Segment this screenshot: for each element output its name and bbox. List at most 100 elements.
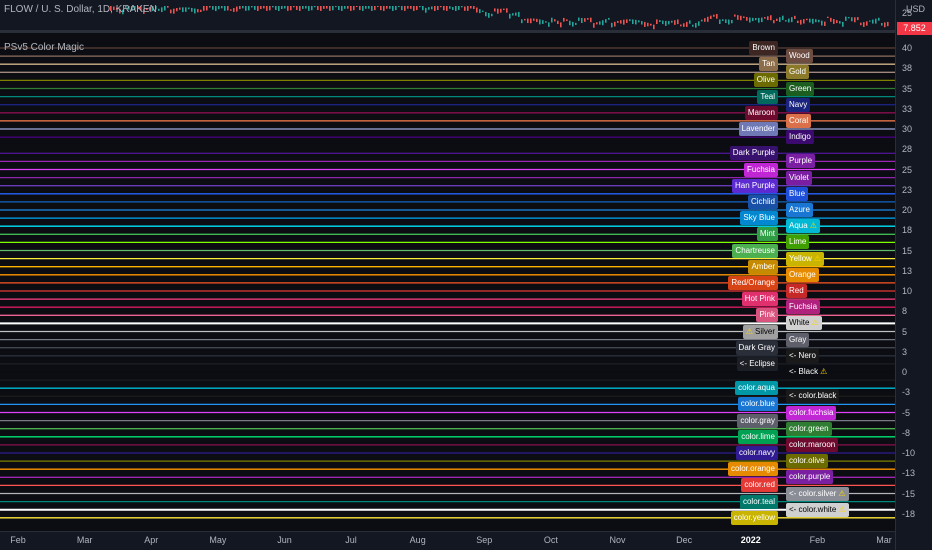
- color-label-text: Maroon: [747, 107, 775, 117]
- color-label-text: Blue: [789, 188, 806, 198]
- price-candle: [851, 17, 853, 22]
- color-label-left: ⚠ Silver: [742, 324, 778, 339]
- price-candle: [725, 19, 727, 23]
- price-candle: [338, 6, 340, 11]
- color-label-right: color.olive: [786, 454, 828, 469]
- price-candle: [599, 21, 601, 25]
- price-candle: [161, 7, 163, 13]
- price-candle: [836, 20, 838, 24]
- color-label-left: color.red: [741, 478, 778, 493]
- price-candle: [536, 18, 538, 23]
- price-candle: [842, 21, 844, 27]
- price-candle: [494, 8, 496, 12]
- axis-tick-label: -5: [902, 407, 911, 418]
- price-candle: [860, 22, 862, 26]
- price-candle: [644, 21, 646, 27]
- price-candle: [779, 17, 781, 22]
- price-candle: [449, 6, 451, 9]
- time-tick-label: Sep: [476, 535, 493, 545]
- symbol-title[interactable]: FLOW / U. S. Dollar, 1D, KRAKEN: [4, 4, 157, 15]
- price-candle: [281, 6, 283, 9]
- color-label-text: Dark Purple: [732, 148, 775, 158]
- color-label-right: color.purple: [786, 470, 834, 485]
- price-candle: [347, 6, 349, 9]
- color-label-right: Lime: [786, 235, 810, 250]
- price-candle: [218, 6, 220, 10]
- price-candle: [500, 8, 502, 13]
- color-label-right: color.maroon: [786, 437, 839, 452]
- color-label-text: Gray: [789, 334, 807, 344]
- price-candle: [251, 6, 253, 8]
- price-candle: [461, 6, 463, 8]
- price-candle: [329, 6, 331, 11]
- warning-icon: ⚠: [820, 367, 828, 376]
- price-candle: [578, 17, 580, 21]
- price-candle: [371, 6, 373, 11]
- price-candle: [608, 17, 610, 20]
- axis-tick-label: 28: [902, 144, 913, 155]
- indicator-title[interactable]: PSv5 Color Magic: [4, 42, 84, 53]
- color-label-text: Indigo: [789, 132, 811, 142]
- price-candle: [287, 6, 289, 11]
- axis-tick-label: 8: [902, 306, 908, 317]
- price-candle: [236, 6, 238, 12]
- price-candle: [227, 6, 229, 11]
- axis-tick-label: 38: [902, 63, 913, 74]
- color-label-right: Green: [786, 81, 815, 96]
- price-candle: [479, 9, 481, 14]
- color-label-text: <- color.black: [789, 391, 837, 401]
- color-label-right: Red: [786, 284, 807, 298]
- price-candle: [344, 6, 346, 9]
- color-label-left: Lavender: [738, 122, 778, 136]
- price-candle: [704, 18, 706, 22]
- color-label-left: color.yellow: [730, 510, 778, 525]
- color-label-left: Dark Gray: [735, 340, 778, 355]
- price-candle: [458, 6, 460, 10]
- color-label-left: Amber: [748, 259, 778, 274]
- axis-tick-label: 5: [902, 326, 908, 337]
- price-candle: [809, 18, 811, 23]
- price-candle: [881, 23, 883, 26]
- price-candle: [164, 6, 166, 11]
- axis-tick-label: 3: [902, 346, 908, 357]
- axis-tick-label: 33: [902, 103, 913, 114]
- price-candle: [395, 6, 397, 11]
- price-candle: [488, 12, 490, 18]
- price-candle: [740, 15, 742, 21]
- color-label-text: Purple: [789, 156, 813, 166]
- color-label-text: Sky Blue: [743, 213, 775, 223]
- price-candle: [650, 23, 652, 26]
- price-candle: [269, 6, 271, 11]
- price-candle: [557, 20, 559, 25]
- color-label-text: color.orange: [730, 464, 775, 474]
- time-tick-label: Aug: [409, 535, 426, 545]
- price-candle: [263, 6, 265, 9]
- color-label-text: Wood: [789, 51, 810, 61]
- price-candle: [401, 6, 403, 11]
- price-pane[interactable]: FLOW / U. S. Dollar, 1D, KRAKEN: [0, 0, 895, 30]
- color-label-text: <- color.silver: [789, 488, 837, 498]
- price-candle: [350, 6, 352, 11]
- price-candle: [539, 19, 541, 25]
- price-candle: [794, 15, 796, 19]
- price-candle: [332, 6, 334, 11]
- price-candle: [692, 24, 694, 27]
- color-label-text: color.navy: [738, 448, 775, 457]
- price-candle: [326, 6, 328, 9]
- price-candle: [812, 18, 814, 24]
- price-candle: [419, 6, 421, 8]
- color-label-text: Violet: [789, 172, 809, 182]
- price-candle: [734, 14, 736, 17]
- price-candle: [716, 13, 718, 19]
- price-candle: [806, 18, 808, 21]
- price-candle: [359, 6, 361, 11]
- color-label-right: Fuchsia: [786, 300, 821, 315]
- price-candle: [215, 6, 217, 12]
- color-label-right: Violet: [786, 170, 812, 185]
- warning-icon: ⚠: [809, 221, 817, 231]
- time-tick-label: Mar: [76, 535, 93, 545]
- price-candle: [299, 6, 301, 11]
- price-candle: [587, 18, 589, 20]
- price-candle: [659, 20, 661, 22]
- price-candle: [719, 19, 721, 25]
